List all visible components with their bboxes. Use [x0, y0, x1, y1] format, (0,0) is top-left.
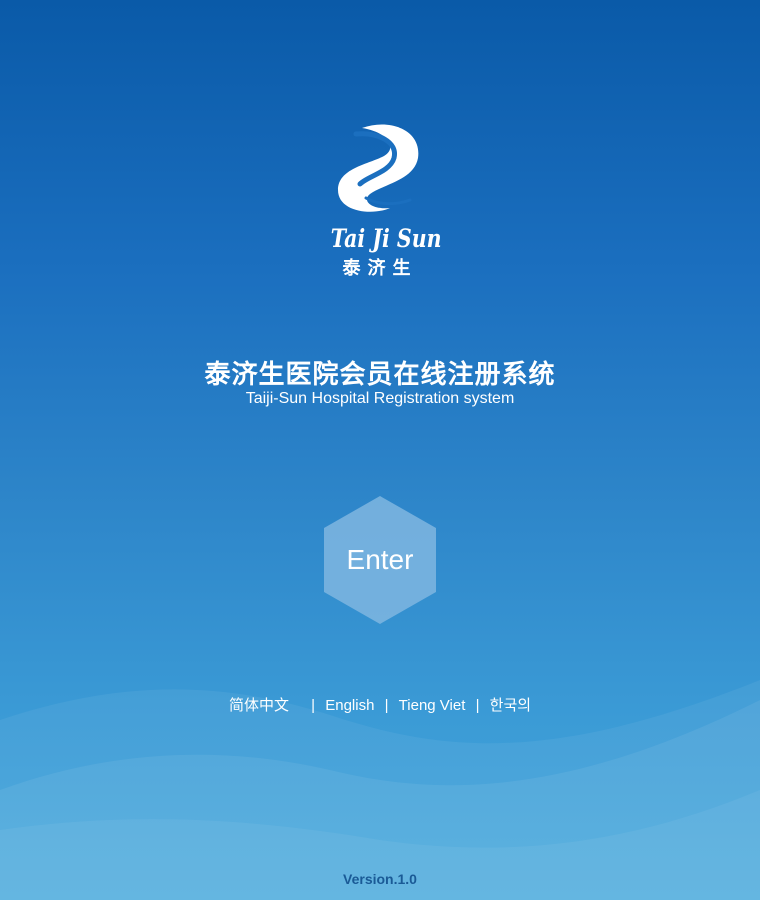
- background-waves: [0, 680, 760, 900]
- registration-splash-screen: Tai Ji Sun 泰济生 泰济生医院会员在线注册系统 Taiji-Sun H…: [0, 0, 760, 900]
- page-title-chinese: 泰济生医院会员在线注册系统: [204, 360, 556, 390]
- language-separator: |: [384, 697, 389, 714]
- page-title-english: Taiji-Sun Hospital Registration system: [245, 390, 515, 407]
- language-selector: 简体中文 | English | Tieng Viet | 한국의: [0, 694, 760, 715]
- language-separator: |: [475, 697, 480, 714]
- logo-latin-text: Tai Ji Sun: [330, 224, 442, 253]
- taijisun-logo: Tai Ji Sun 泰济生: [320, 120, 442, 280]
- enter-button-label: Enter: [346, 544, 414, 575]
- version-label: Version.1.0: [343, 871, 417, 887]
- language-option-vietnamese[interactable]: Tieng Viet: [399, 697, 466, 714]
- language-option-english[interactable]: English: [325, 697, 374, 714]
- swirl-logo-icon: [338, 124, 419, 212]
- enter-button[interactable]: Enter: [324, 496, 436, 624]
- language-separator: |: [311, 697, 316, 714]
- logo-chinese-text: 泰济生: [342, 258, 418, 279]
- language-option-simplified-chinese[interactable]: 简体中文: [229, 694, 289, 715]
- language-option-korean[interactable]: 한국의: [490, 694, 531, 715]
